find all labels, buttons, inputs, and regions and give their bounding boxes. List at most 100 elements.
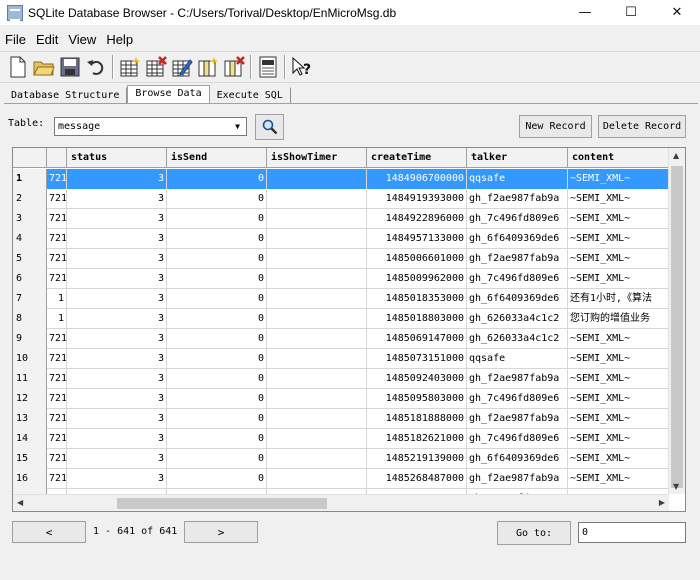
cell-content[interactable]: 您订购的增值业务: [568, 309, 669, 329]
horizontal-scroll-thumb[interactable]: [117, 498, 327, 509]
table-row[interactable]: 15 721 3 0 1485219139000 gh_6f6409369de6 ~SEMI…: [13, 449, 669, 469]
cell-talker[interactable]: gh_f2ae987fab9a: [467, 369, 568, 389]
modify-table-icon[interactable]: [169, 54, 195, 80]
cell-issend[interactable]: 0: [167, 429, 267, 449]
cell-isshowtimer[interactable]: [267, 349, 367, 369]
table-row[interactable]: 7 1 3 0 1485018353000 gh_6f6409369de6 还有1小时,《算…: [13, 289, 669, 309]
close-button[interactable]: ✕: [654, 0, 700, 25]
column-header-status[interactable]: status: [67, 148, 167, 168]
cell-talker[interactable]: qqsafe: [467, 169, 568, 189]
cell-createtime[interactable]: 1485181888000: [367, 409, 467, 429]
cell-status[interactable]: 3: [67, 309, 167, 329]
cell-id[interactable]: 721: [47, 249, 67, 269]
cell-talker[interactable]: gh_7c496fd809e6: [467, 209, 568, 229]
cell-talker[interactable]: gh_6f6409369de6: [467, 229, 568, 249]
cell-status[interactable]: 3: [67, 369, 167, 389]
cell-isshowtimer[interactable]: [267, 329, 367, 349]
cell-issend[interactable]: 0: [167, 229, 267, 249]
search-button[interactable]: [255, 114, 284, 140]
cell-id[interactable]: 721: [47, 189, 67, 209]
cell-createtime[interactable]: 1485268487000: [367, 469, 467, 489]
cell-createtime[interactable]: 1485018803000: [367, 309, 467, 329]
cell-id[interactable]: 721: [47, 169, 67, 189]
cell-talker[interactable]: qqsafe: [467, 349, 568, 369]
cell-id[interactable]: 721: [47, 389, 67, 409]
cell-content[interactable]: ~SEMI_XML~: [568, 229, 669, 249]
table-row[interactable]: 9 721 3 0 1485069147000 gh_626033a4c1c2 ~SEMI_…: [13, 329, 669, 349]
cell-id[interactable]: 1: [47, 309, 67, 329]
cell-status[interactable]: 3: [67, 269, 167, 289]
cell-status[interactable]: 3: [67, 409, 167, 429]
tab-execute-sql[interactable]: Execute SQL: [210, 87, 291, 104]
cell-issend[interactable]: 0: [167, 369, 267, 389]
cell-status[interactable]: 3: [67, 429, 167, 449]
row-number[interactable]: 2: [13, 189, 47, 209]
cell-status[interactable]: 3: [67, 329, 167, 349]
row-number[interactable]: 12: [13, 389, 47, 409]
cell-talker[interactable]: gh_6f6409369de6: [467, 449, 568, 469]
cell-createtime[interactable]: 1484919393000: [367, 189, 467, 209]
cell-isshowtimer[interactable]: [267, 269, 367, 289]
row-number[interactable]: 3: [13, 209, 47, 229]
cell-isshowtimer[interactable]: [267, 429, 367, 449]
column-header-content[interactable]: content: [568, 148, 669, 168]
cell-isshowtimer[interactable]: [267, 369, 367, 389]
row-number[interactable]: 1: [13, 169, 47, 189]
scroll-right-icon[interactable]: ▶: [659, 498, 665, 507]
row-number[interactable]: 5: [13, 249, 47, 269]
cell-createtime[interactable]: 1485092403000: [367, 369, 467, 389]
cell-isshowtimer[interactable]: [267, 309, 367, 329]
cell-content[interactable]: ~SEMI_XML~: [568, 449, 669, 469]
cell-isshowtimer[interactable]: [267, 449, 367, 469]
delete-index-icon[interactable]: [221, 54, 247, 80]
goto-button[interactable]: Go to:: [497, 521, 571, 545]
menu-edit[interactable]: Edit: [31, 32, 63, 47]
row-number[interactable]: 6: [13, 269, 47, 289]
new-database-icon[interactable]: [5, 54, 31, 80]
cell-isshowtimer[interactable]: [267, 189, 367, 209]
minimize-button[interactable]: —: [562, 0, 608, 25]
cell-issend[interactable]: 0: [167, 169, 267, 189]
cell-id[interactable]: 721: [47, 269, 67, 289]
cell-createtime[interactable]: 1485018353000: [367, 289, 467, 309]
table-row[interactable]: 6 721 3 0 1485009962000 gh_7c496fd809e6 ~SEMI_…: [13, 269, 669, 289]
save-disk-icon[interactable]: [57, 54, 83, 80]
cell-status[interactable]: 3: [67, 249, 167, 269]
horizontal-scrollbar[interactable]: ◀ ▶: [13, 494, 669, 511]
cell-createtime[interactable]: 1484922896000: [367, 209, 467, 229]
cell-isshowtimer[interactable]: [267, 289, 367, 309]
cell-issend[interactable]: 0: [167, 249, 267, 269]
cell-status[interactable]: 3: [67, 189, 167, 209]
cell-id[interactable]: 721: [47, 329, 67, 349]
cell-isshowtimer[interactable]: [267, 229, 367, 249]
cell-talker[interactable]: gh_f2ae987fab9a: [467, 469, 568, 489]
column-header-isshowtimer[interactable]: isShowTimer: [267, 148, 367, 168]
cell-status[interactable]: 3: [67, 229, 167, 249]
menu-view[interactable]: View: [63, 32, 101, 47]
row-number[interactable]: 4: [13, 229, 47, 249]
table-select[interactable]: message ▼: [54, 117, 247, 136]
cell-content[interactable]: ~SEMI_XML~: [568, 409, 669, 429]
cell-issend[interactable]: 0: [167, 349, 267, 369]
scroll-up-icon[interactable]: ▲: [673, 151, 679, 160]
cell-id[interactable]: 721: [47, 369, 67, 389]
whats-this-help-icon[interactable]: ?: [289, 54, 315, 80]
table-row[interactable]: 8 1 3 0 1485018803000 gh_626033a4c1c2 您订购的增值业务: [13, 309, 669, 329]
cell-createtime[interactable]: 1485095803000: [367, 389, 467, 409]
data-grid[interactable]: status isSend isShowTimer createTime tal…: [12, 147, 686, 512]
cell-id[interactable]: 721: [47, 229, 67, 249]
maximize-button[interactable]: ☐: [608, 0, 654, 25]
table-row[interactable]: 5 721 3 0 1485006601000 gh_f2ae987fab9a ~SEMI_…: [13, 249, 669, 269]
cell-talker[interactable]: gh_f2ae987fab9a: [467, 249, 568, 269]
cell-talker[interactable]: gh_6f6409369de6: [467, 289, 568, 309]
menu-file[interactable]: File: [0, 32, 31, 47]
cell-createtime[interactable]: 1485073151000: [367, 349, 467, 369]
scroll-down-icon[interactable]: ▼: [673, 482, 679, 491]
table-row[interactable]: 2 721 3 0 1484919393000 gh_f2ae987fab9a ~SEMI_…: [13, 189, 669, 209]
table-row[interactable]: 4 721 3 0 1484957133000 gh_6f6409369de6 ~SEMI_…: [13, 229, 669, 249]
cell-issend[interactable]: 0: [167, 309, 267, 329]
cell-issend[interactable]: 0: [167, 289, 267, 309]
row-number[interactable]: 14: [13, 429, 47, 449]
cell-id[interactable]: 721: [47, 409, 67, 429]
cell-isshowtimer[interactable]: [267, 249, 367, 269]
